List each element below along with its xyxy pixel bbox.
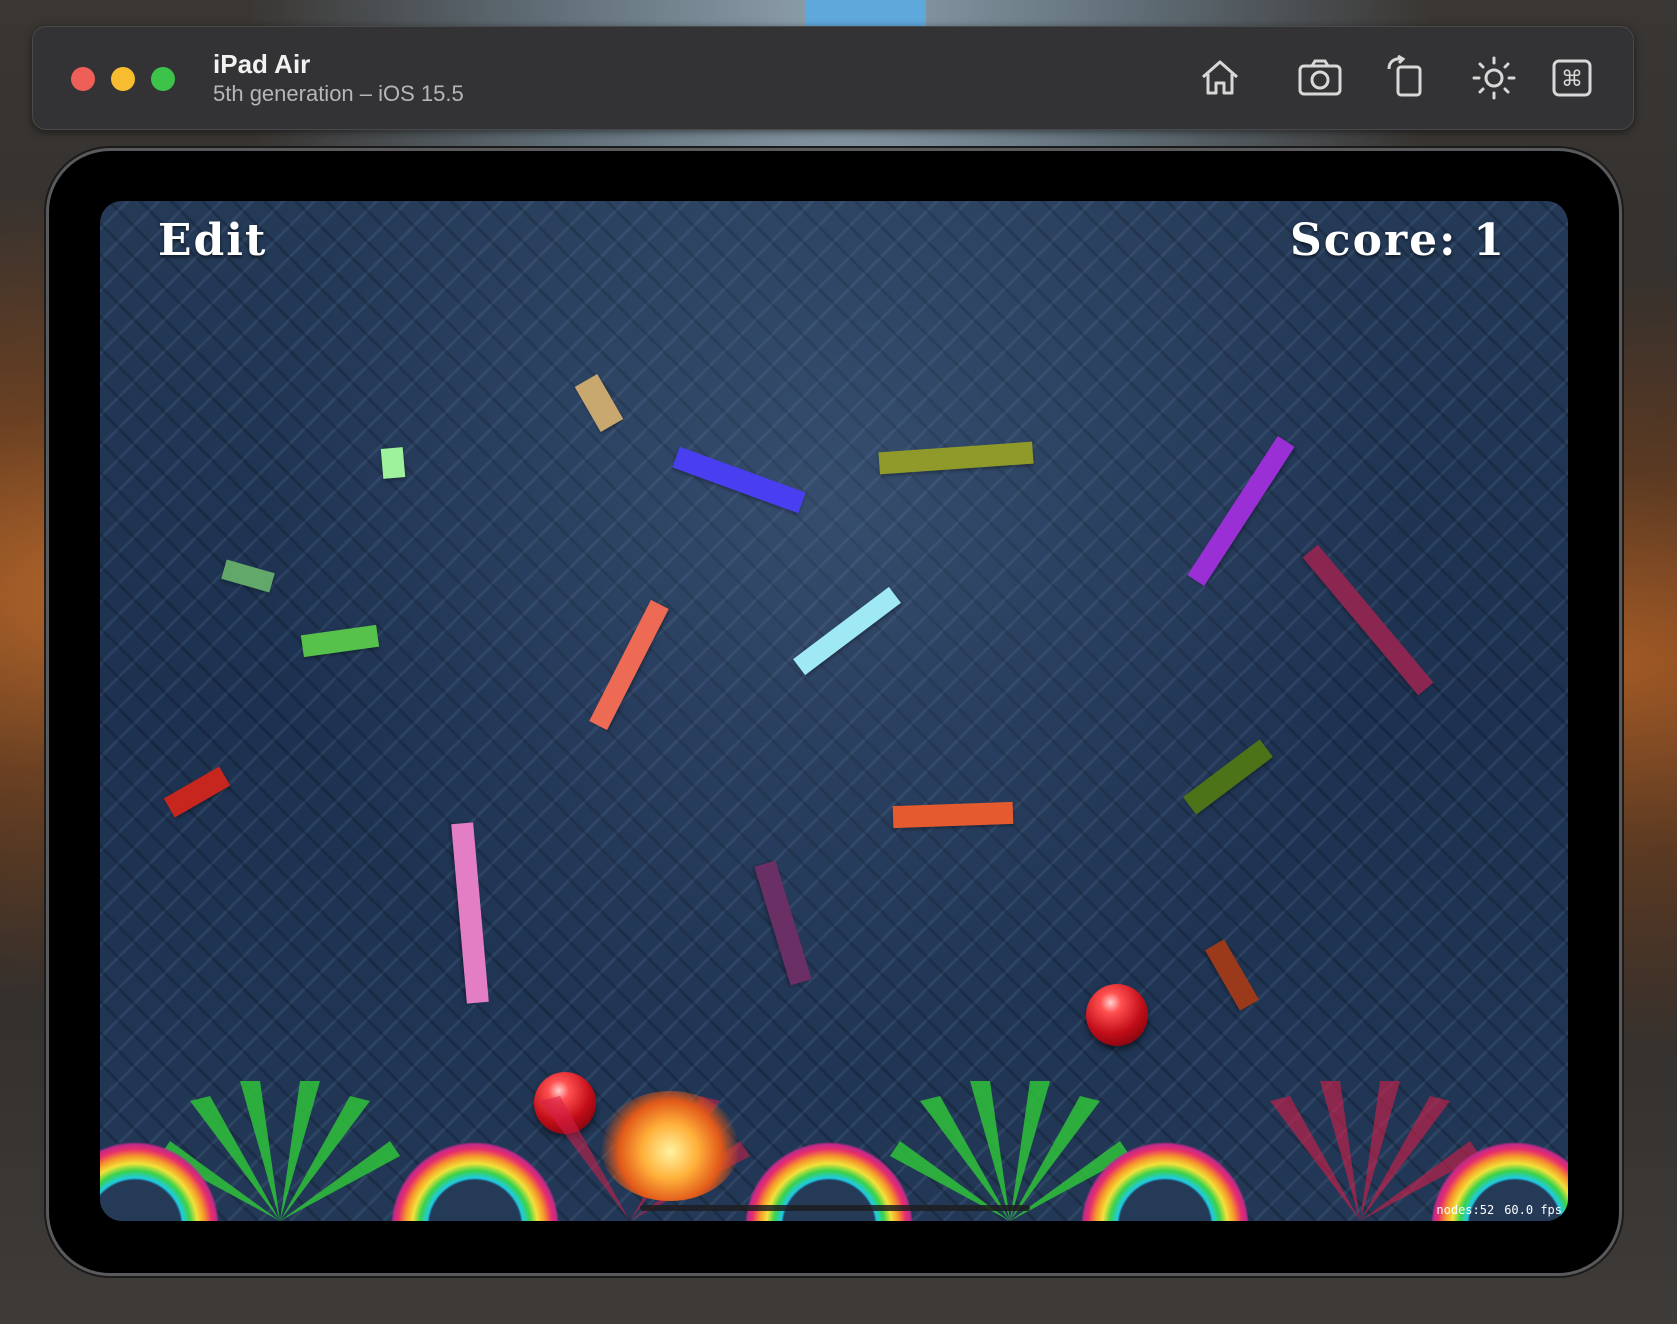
obstacle-bar[interactable] [1204,939,1260,1011]
rotate-icon[interactable] [1383,53,1433,103]
zoom-window-button[interactable] [151,67,175,91]
debug-stats: nodes:52 60.0 fps [1426,1203,1562,1217]
score-display: Score: 1 [1290,215,1506,266]
obstacle-bar[interactable] [380,447,406,479]
appearance-sun-icon[interactable] [1469,53,1519,103]
fire-explosion [600,1091,740,1201]
obstacle-bar[interactable] [892,801,1014,829]
nodes-count: nodes:52 [1436,1203,1495,1217]
score-label: Score: [1290,215,1458,266]
obstacle-bar[interactable] [300,624,380,658]
obstacle-bar[interactable] [451,822,489,1004]
obstacle-bar[interactable] [574,373,624,433]
obstacle-bar[interactable] [163,766,231,818]
device-subtitle: 5th generation – iOS 15.5 [213,81,464,106]
close-window-button[interactable] [71,67,95,91]
svg-text:⌘: ⌘ [1561,67,1583,92]
obstacle-bar[interactable] [793,586,901,676]
minimize-window-button[interactable] [111,67,135,91]
obstacle-bar[interactable] [878,441,1034,475]
device-name: iPad Air [213,49,311,79]
obstacle-bar[interactable] [221,559,275,593]
ball [1086,984,1148,1046]
obstacle-bar[interactable] [1183,739,1273,815]
game-screen[interactable]: Edit Score: 1 nodes:52 60.0 fps [100,201,1568,1221]
simulator-title-bar: iPad Air 5th generation – iOS 15.5 ⌘ [32,26,1634,130]
obstacle-bar[interactable] [1187,435,1295,587]
obstacle-bar[interactable] [1302,544,1434,696]
home-icon[interactable] [1195,53,1245,103]
command-key-icon[interactable]: ⌘ [1547,53,1597,103]
screenshot-camera-icon[interactable] [1295,53,1345,103]
edit-button[interactable]: Edit [158,215,267,266]
score-value: 1 [1473,215,1506,266]
obstacle-bar[interactable] [754,860,812,986]
ground-bumpers [100,1071,1568,1221]
obstacle-bar[interactable] [589,599,669,731]
obstacle-bar[interactable] [672,446,806,514]
home-indicator[interactable] [640,1205,1030,1211]
fps-counter: 60.0 fps [1504,1203,1562,1217]
